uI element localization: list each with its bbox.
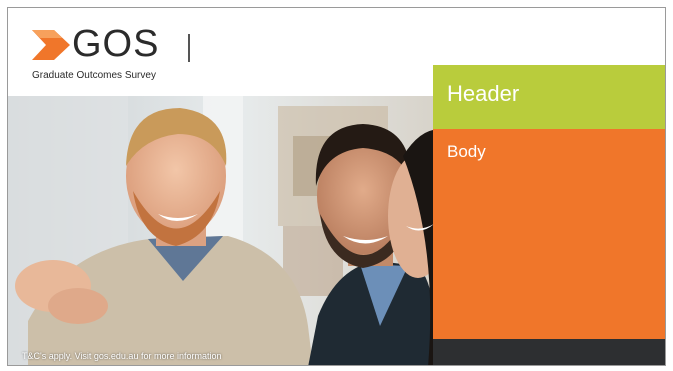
panel-header: Header: [433, 65, 665, 129]
panel-body-text: Body: [447, 142, 486, 161]
panel-body: Body: [433, 129, 665, 339]
logo-tagline: Graduate Outcomes Survey: [32, 70, 156, 81]
chevron-arrow-icon: [32, 30, 70, 60]
logo: GOS Graduate Outcomes Survey: [32, 23, 292, 94]
banner: GOS Graduate Outcomes Survey T&C's apply…: [7, 7, 666, 366]
logo-wordmark: GOS: [72, 23, 160, 65]
disclaimer-text: T&C's apply. Visit gos.edu.au for more i…: [22, 351, 222, 361]
panel-header-text: Header: [447, 81, 520, 106]
logo-divider: [188, 34, 190, 62]
